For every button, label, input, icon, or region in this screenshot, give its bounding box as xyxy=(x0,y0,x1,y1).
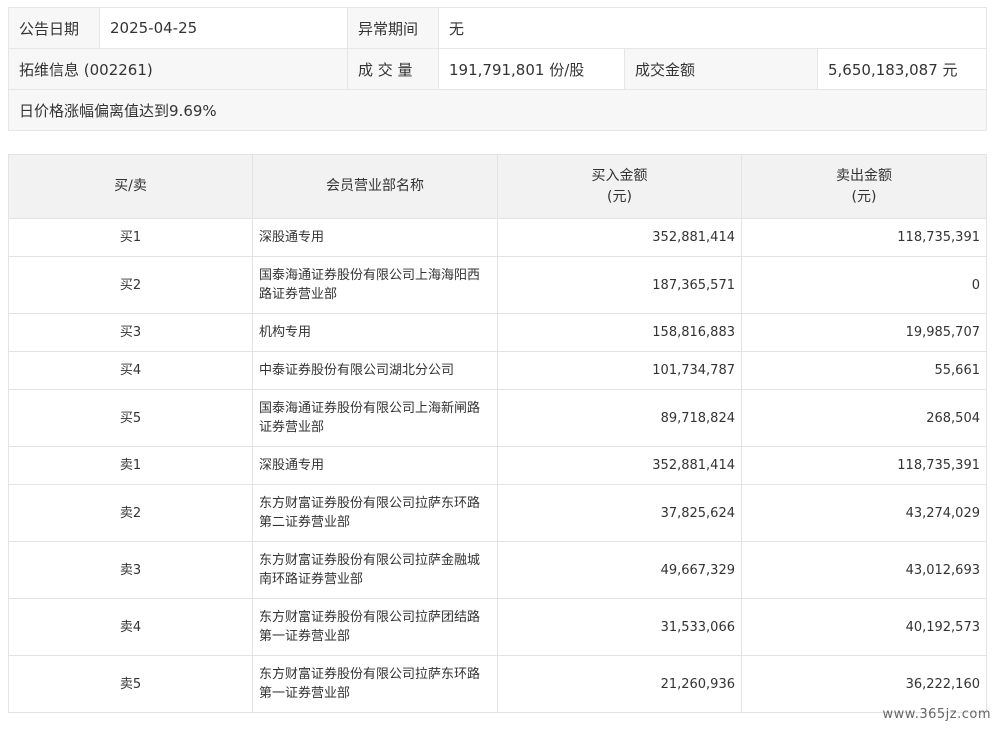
row-broker-name: 中泰证券股份有限公司湖北分公司 xyxy=(252,351,498,390)
row-side: 卖1 xyxy=(8,446,253,485)
row-side: 买1 xyxy=(8,218,253,257)
row-buy-amount: 49,667,329 xyxy=(497,541,742,599)
row-side: 卖5 xyxy=(8,655,253,713)
row-side: 买3 xyxy=(8,313,253,352)
row-side: 买2 xyxy=(8,256,253,314)
row-broker-name: 深股通专用 xyxy=(252,218,498,257)
row-side: 买4 xyxy=(8,351,253,390)
table-row: 卖3 东方财富证券股份有限公司拉萨金融城南环路证券营业部 49,667,329 … xyxy=(8,541,987,599)
row-broker-name: 东方财富证券股份有限公司拉萨东环路第二证券营业部 xyxy=(252,484,498,542)
watermark: www.365jz.com xyxy=(882,707,991,722)
header-broker-name: 会员营业部名称 xyxy=(252,154,498,219)
row-sell-amount: 55,661 xyxy=(741,351,987,390)
abnormal-period-label: 异常期间 xyxy=(347,7,439,49)
announce-date-value: 2025-04-25 xyxy=(99,7,348,49)
table-row: 卖1 深股通专用 352,881,414 118,735,391 xyxy=(8,446,987,485)
row-side: 买5 xyxy=(8,389,253,447)
table-row: 买5 国泰海通证券股份有限公司上海新闸路证券营业部 89,718,824 268… xyxy=(8,389,987,447)
abnormal-period-value: 无 xyxy=(437,7,988,49)
table-row: 买1 深股通专用 352,881,414 118,735,391 xyxy=(8,218,987,257)
header-buy-amount: 买入金额 (元) xyxy=(497,154,742,219)
row-broker-name: 东方财富证券股份有限公司拉萨东环路第一证券营业部 xyxy=(252,655,498,713)
row-sell-amount: 0 xyxy=(741,256,987,314)
row-side: 卖2 xyxy=(8,484,253,542)
row-sell-amount: 268,504 xyxy=(741,389,987,447)
row-buy-amount: 89,718,824 xyxy=(497,389,742,447)
row-buy-amount: 187,365,571 xyxy=(497,256,742,314)
table-row: 卖4 东方财富证券股份有限公司拉萨团结路第一证券营业部 31,533,066 4… xyxy=(8,598,987,656)
header-sell-amount-unit: (元) xyxy=(851,188,877,205)
reason-text: 日价格涨幅偏离值达到9.69% xyxy=(7,89,988,131)
row-buy-amount: 101,734,787 xyxy=(497,351,742,390)
row-buy-amount: 352,881,414 xyxy=(497,446,742,485)
row-sell-amount: 19,985,707 xyxy=(741,313,987,352)
row-sell-amount: 40,192,573 xyxy=(741,598,987,656)
header-sell-amount: 卖出金额 (元) xyxy=(741,154,987,219)
info-row-date: 公告日期 2025-04-25 异常期间 无 xyxy=(8,7,988,49)
row-buy-amount: 352,881,414 xyxy=(497,218,742,257)
trading-seats-table: 买/卖 会员营业部名称 买入金额 (元) 卖出金额 (元) 买1 深股通专用 352… xyxy=(8,154,987,713)
row-side: 卖4 xyxy=(8,598,253,656)
row-sell-amount: 43,274,029 xyxy=(741,484,987,542)
table-row: 买4 中泰证券股份有限公司湖北分公司 101,734,787 55,661 xyxy=(8,351,987,390)
amount-label: 成交金额 xyxy=(624,48,818,90)
volume-label: 成 交 量 xyxy=(347,48,439,90)
row-sell-amount: 43,012,693 xyxy=(741,541,987,599)
header-buy-amount-label: 买入金额 xyxy=(591,167,648,184)
row-buy-amount: 21,260,936 xyxy=(497,655,742,713)
row-buy-amount: 37,825,624 xyxy=(497,484,742,542)
amount-value: 5,650,183,087 元 xyxy=(816,48,988,90)
table-row: 买3 机构专用 158,816,883 19,985,707 xyxy=(8,313,987,352)
table-header-row: 买/卖 会员营业部名称 买入金额 (元) 卖出金额 (元) xyxy=(8,154,987,219)
row-side: 卖3 xyxy=(8,541,253,599)
info-row-volume: 拓维信息 (002261) 成 交 量 191,791,801 份/股 成交金额… xyxy=(8,48,988,90)
row-buy-amount: 31,533,066 xyxy=(497,598,742,656)
row-broker-name: 深股通专用 xyxy=(252,446,498,485)
header-sell-amount-label: 卖出金额 xyxy=(836,167,892,184)
row-broker-name: 东方财富证券股份有限公司拉萨金融城南环路证券营业部 xyxy=(252,541,498,599)
row-broker-name: 机构专用 xyxy=(252,313,498,352)
row-broker-name: 东方财富证券股份有限公司拉萨团结路第一证券营业部 xyxy=(252,598,498,656)
stock-info-table: 公告日期 2025-04-25 异常期间 无 拓维信息 (002261) 成 交… xyxy=(7,7,988,131)
row-buy-amount: 158,816,883 xyxy=(497,313,742,352)
info-row-reason: 日价格涨幅偏离值达到9.69% xyxy=(7,89,988,131)
volume-value: 191,791,801 份/股 xyxy=(438,48,625,90)
table-row: 卖5 东方财富证券股份有限公司拉萨东环路第一证券营业部 21,260,936 3… xyxy=(8,655,987,713)
row-broker-name: 国泰海通证券股份有限公司上海新闸路证券营业部 xyxy=(252,389,498,447)
row-sell-amount: 118,735,391 xyxy=(741,218,987,257)
header-side: 买/卖 xyxy=(8,154,253,219)
header-buy-amount-unit: (元) xyxy=(607,188,632,205)
row-sell-amount: 118,735,391 xyxy=(741,446,987,485)
announce-date-label: 公告日期 xyxy=(8,7,100,49)
table-row: 买2 国泰海通证券股份有限公司上海海阳西路证券营业部 187,365,571 0 xyxy=(8,256,987,314)
row-broker-name: 国泰海通证券股份有限公司上海海阳西路证券营业部 xyxy=(252,256,498,314)
table-row: 卖2 东方财富证券股份有限公司拉萨东环路第二证券营业部 37,825,624 4… xyxy=(8,484,987,542)
stock-name: 拓维信息 (002261) xyxy=(8,48,348,90)
row-sell-amount: 36,222,160 xyxy=(741,655,987,713)
